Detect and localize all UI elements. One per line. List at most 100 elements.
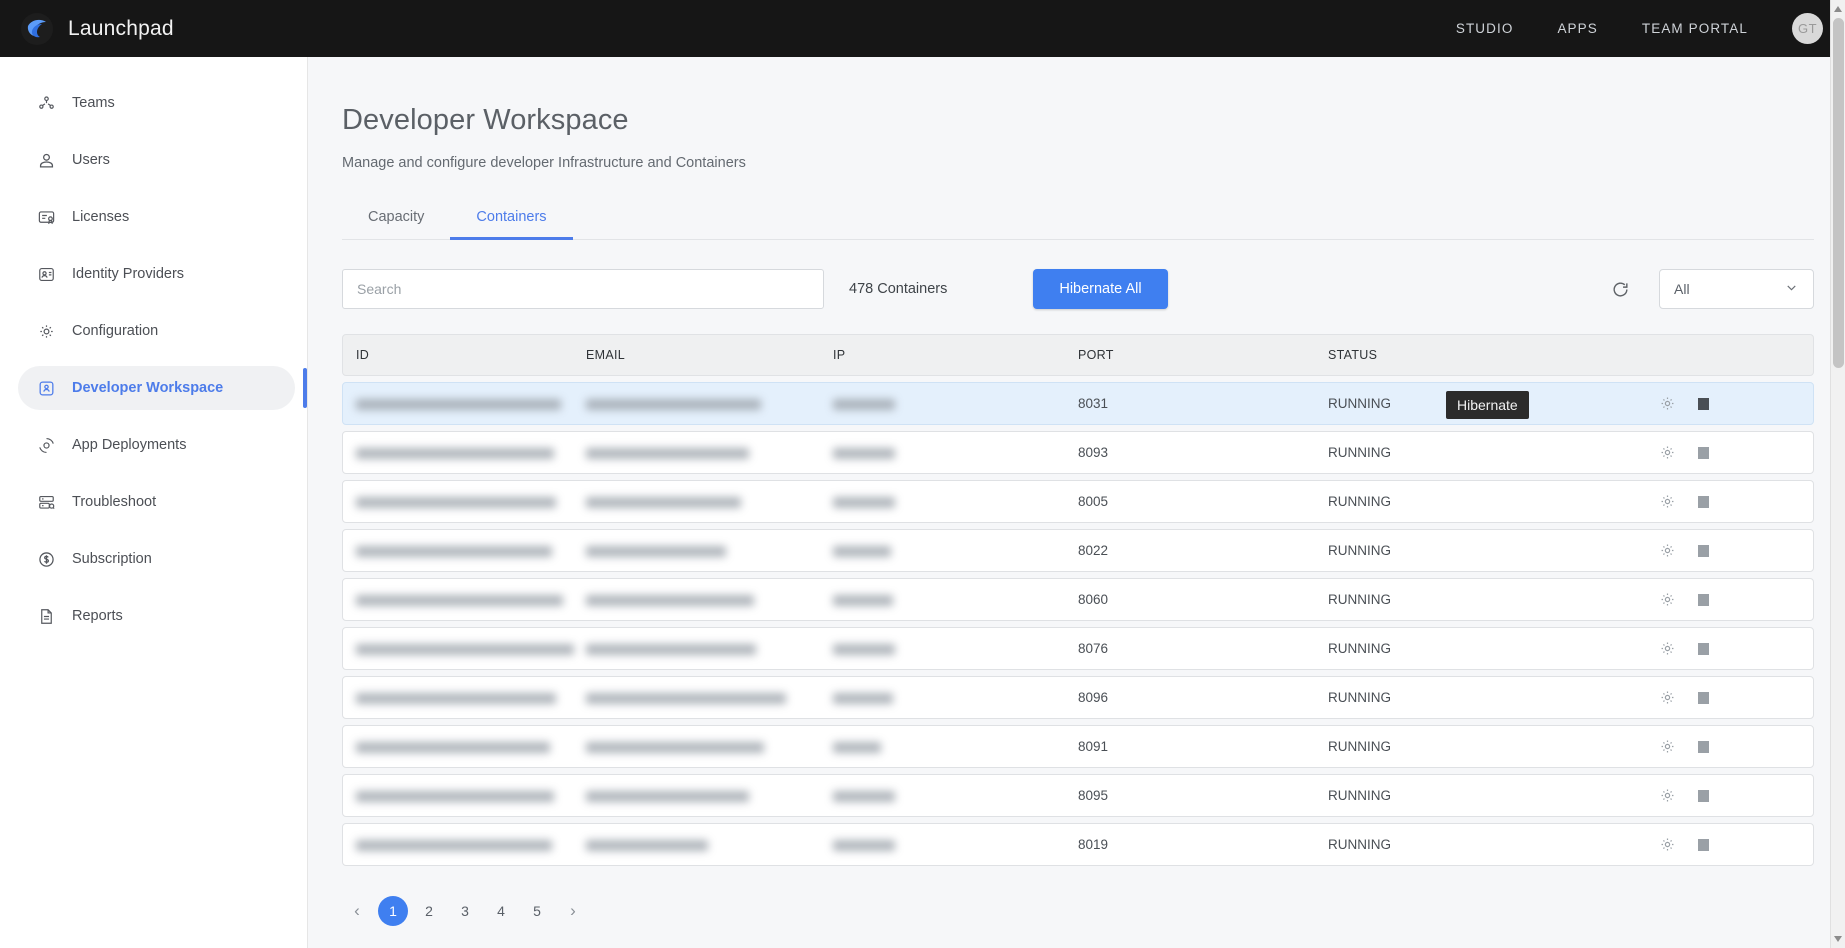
gear-icon[interactable]: [1657, 541, 1677, 561]
sidebar-item-app-deployments[interactable]: App Deployments: [18, 423, 295, 467]
scrollbar-thumb[interactable]: [1833, 18, 1844, 368]
license-icon: [36, 207, 56, 227]
cell-status: RUNNING: [1328, 739, 1628, 754]
scroll-up-icon[interactable]: [1834, 6, 1842, 12]
stop-square-icon[interactable]: [1693, 639, 1713, 659]
stop-square-icon[interactable]: [1693, 786, 1713, 806]
cell-port: 8005: [1078, 494, 1328, 509]
cell-ip: [833, 788, 1078, 803]
column-header-status: STATUS: [1328, 348, 1628, 362]
redacted-id: [356, 791, 554, 802]
gear-icon[interactable]: [1657, 590, 1677, 610]
troubleshoot-icon: [36, 492, 56, 512]
stop-square-icon[interactable]: [1693, 737, 1713, 757]
stop-square-icon[interactable]: [1693, 541, 1713, 561]
table-row[interactable]: 8076RUNNING: [342, 627, 1814, 670]
cell-email: [586, 739, 833, 754]
status-filter-select[interactable]: All: [1659, 269, 1814, 309]
table-row[interactable]: 8095RUNNING: [342, 774, 1814, 817]
users-icon: [36, 150, 56, 170]
sidebar-item-label: Troubleshoot: [72, 494, 156, 510]
sidebar-item-identity-providers[interactable]: Identity Providers: [18, 252, 295, 296]
stop-square-icon[interactable]: [1693, 835, 1713, 855]
cell-id: [343, 641, 586, 656]
scroll-down-icon[interactable]: [1834, 936, 1842, 942]
table-row[interactable]: 8022RUNNING: [342, 529, 1814, 572]
cell-port: 8022: [1078, 543, 1328, 558]
cell-id: [343, 445, 586, 460]
cell-port: 8095: [1078, 788, 1328, 803]
table-row[interactable]: 8005RUNNING: [342, 480, 1814, 523]
cell-actions: [1628, 394, 1813, 414]
hibernate-all-button[interactable]: Hibernate All: [1033, 269, 1167, 309]
stop-square-icon[interactable]: [1693, 443, 1713, 463]
cell-port: 8076: [1078, 641, 1328, 656]
table-row[interactable]: 8096RUNNING: [342, 676, 1814, 719]
cell-status: RUNNING: [1328, 788, 1628, 803]
chevron-right-icon[interactable]: ›: [558, 896, 588, 926]
sidebar-item-teams[interactable]: Teams: [18, 81, 295, 125]
gear-icon[interactable]: [1657, 639, 1677, 659]
table-row[interactable]: 8060RUNNING: [342, 578, 1814, 621]
topnav-link-team-portal[interactable]: TEAM PORTAL: [1642, 21, 1748, 36]
cell-status: RUNNING: [1328, 445, 1628, 460]
sidebar-item-users[interactable]: Users: [18, 138, 295, 182]
stop-square-icon[interactable]: [1693, 394, 1713, 414]
table-row[interactable]: 8091RUNNING: [342, 725, 1814, 768]
redacted-email: [586, 693, 786, 704]
page-button-1[interactable]: 1: [378, 896, 408, 926]
gear-icon[interactable]: [1657, 394, 1677, 414]
page-button-2[interactable]: 2: [414, 896, 444, 926]
gear-icon[interactable]: [1657, 492, 1677, 512]
redacted-id: [356, 742, 550, 753]
page-button-4[interactable]: 4: [486, 896, 516, 926]
sidebar-item-licenses[interactable]: Licenses: [18, 195, 295, 239]
refresh-icon[interactable]: [1603, 272, 1637, 306]
stop-square-icon[interactable]: [1693, 688, 1713, 708]
sidebar-item-troubleshoot[interactable]: Troubleshoot: [18, 480, 295, 524]
subscription-dollar-icon: [36, 549, 56, 569]
sidebar-item-developer-workspace[interactable]: Developer Workspace: [18, 366, 295, 410]
gear-icon[interactable]: [1657, 786, 1677, 806]
cell-port: 8019: [1078, 837, 1328, 852]
cell-status: RUNNING: [1328, 543, 1628, 558]
cell-email: [586, 641, 833, 656]
search-input[interactable]: [342, 269, 824, 309]
cell-email: [586, 592, 833, 607]
topnav-link-studio[interactable]: STUDIO: [1456, 21, 1514, 36]
tab-capacity[interactable]: Capacity: [342, 199, 450, 240]
cell-actions: [1628, 541, 1813, 561]
cell-id: [343, 788, 586, 803]
stop-square-icon[interactable]: [1693, 590, 1713, 610]
cell-actions: [1628, 737, 1813, 757]
table-row[interactable]: 8031RUNNING: [342, 382, 1814, 425]
gear-icon[interactable]: [1657, 737, 1677, 757]
cell-port: 8093: [1078, 445, 1328, 460]
redacted-ip: [833, 546, 891, 557]
tab-containers[interactable]: Containers: [450, 199, 572, 240]
redacted-ip: [833, 791, 895, 802]
gear-icon[interactable]: [1657, 443, 1677, 463]
brand[interactable]: Launchpad: [20, 12, 174, 46]
main-content: Developer Workspace Manage and configure…: [308, 57, 1845, 948]
gear-icon[interactable]: [1657, 688, 1677, 708]
table-row[interactable]: 8093RUNNING: [342, 431, 1814, 474]
page-scrollbar[interactable]: [1830, 0, 1845, 948]
table-row[interactable]: 8019RUNNING: [342, 823, 1814, 866]
cell-ip: [833, 837, 1078, 852]
page-button-3[interactable]: 3: [450, 896, 480, 926]
chevron-left-icon[interactable]: ‹: [342, 896, 372, 926]
sidebar-item-configuration[interactable]: Configuration: [18, 309, 295, 353]
sidebar-item-subscription[interactable]: Subscription: [18, 537, 295, 581]
page-button-5[interactable]: 5: [522, 896, 552, 926]
container-count-label: 478 Containers: [849, 281, 947, 297]
avatar[interactable]: GT: [1792, 13, 1823, 44]
cell-actions: [1628, 492, 1813, 512]
redacted-ip: [833, 448, 895, 459]
sidebar-item-label: Developer Workspace: [72, 380, 223, 396]
cell-status: RUNNING: [1328, 592, 1628, 607]
sidebar-item-reports[interactable]: Reports: [18, 594, 295, 638]
gear-icon[interactable]: [1657, 835, 1677, 855]
stop-square-icon[interactable]: [1693, 492, 1713, 512]
topnav-link-apps[interactable]: APPS: [1557, 21, 1597, 36]
